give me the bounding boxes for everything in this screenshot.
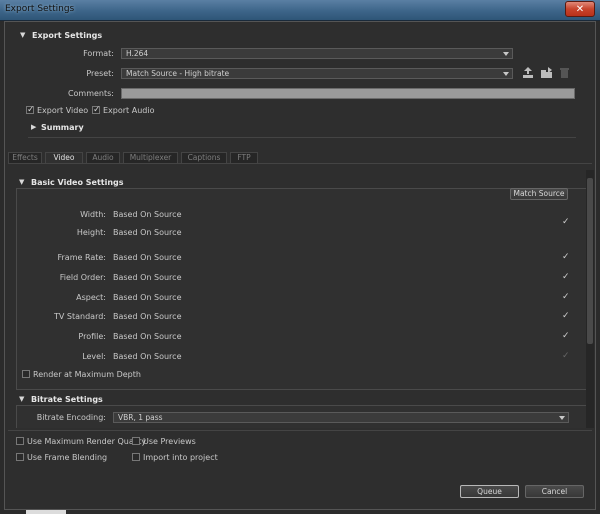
export-video-label: Export Video: [37, 106, 89, 115]
width-label: Width:: [80, 210, 106, 219]
height-label: Height:: [76, 228, 106, 237]
format-label: Format:: [83, 49, 114, 58]
use-previews-checkbox[interactable]: [132, 437, 140, 445]
collapse-triangle-icon[interactable]: ▼: [19, 395, 24, 403]
export-settings-section: [16, 28, 588, 138]
chevron-down-icon: [559, 416, 565, 420]
cancel-button[interactable]: Cancel: [525, 485, 584, 498]
bitrate-encoding-label: Bitrate Encoding:: [36, 413, 106, 422]
save-preset-icon[interactable]: [522, 67, 534, 79]
export-audio-label: Export Audio: [103, 106, 155, 115]
frame-rate-label: Frame Rate:: [57, 253, 106, 262]
export-video-checkbox[interactable]: ✓: [26, 106, 35, 115]
profile-checkmark-icon[interactable]: ✓: [562, 332, 570, 341]
summary-header[interactable]: Summary: [41, 123, 84, 132]
delete-preset-icon: [560, 68, 569, 78]
tab-divider: [8, 163, 592, 164]
export-audio-checkbox[interactable]: ✓: [92, 106, 101, 115]
match-source-button[interactable]: Match Source: [510, 188, 568, 200]
bitrate-encoding-value: VBR, 1 pass: [118, 413, 163, 422]
title-bar: [0, 0, 600, 21]
dimensions-checkmark-icon[interactable]: ✓: [562, 218, 570, 227]
aspect-label: Aspect:: [76, 293, 106, 302]
collapse-triangle-icon[interactable]: ▼: [19, 178, 24, 186]
level-checkmark-icon: ✓: [562, 351, 570, 361]
profile-value: Based On Source: [113, 332, 182, 341]
bitrate-encoding-dropdown[interactable]: VBR, 1 pass: [113, 412, 569, 423]
render-max-depth-label: Render at Maximum Depth: [33, 370, 141, 379]
preset-dropdown[interactable]: Match Source - High bitrate: [121, 68, 513, 79]
export-settings-header: Export Settings: [32, 31, 103, 40]
import-project-label: Import into project: [143, 453, 218, 462]
width-value: Based On Source: [113, 210, 182, 219]
field-order-label: Field Order:: [59, 273, 106, 282]
height-value: Based On Source: [113, 228, 182, 237]
use-previews-label: Use Previews: [143, 437, 196, 446]
render-max-depth-checkbox[interactable]: [22, 370, 30, 378]
preset-value: Match Source - High bitrate: [126, 69, 230, 78]
max-render-quality-checkbox[interactable]: [16, 437, 24, 445]
comments-label: Comments:: [67, 89, 114, 98]
window-title: Export Settings: [5, 4, 75, 14]
frame-blending-label: Use Frame Blending: [27, 453, 108, 462]
import-project-checkbox[interactable]: [132, 453, 140, 461]
tv-standard-checkmark-icon[interactable]: ✓: [562, 312, 570, 321]
chevron-down-icon: [503, 72, 509, 76]
aspect-value: Based On Source: [113, 293, 182, 302]
bitrate-header: Bitrate Settings: [31, 395, 103, 404]
level-label: Level:: [82, 352, 106, 361]
divider: [28, 137, 576, 138]
expand-triangle-icon[interactable]: ▶: [31, 123, 36, 131]
format-value: H.264: [126, 49, 149, 58]
max-render-quality-label: Use Maximum Render Quality: [27, 437, 147, 446]
scrollbar-thumb[interactable]: [587, 178, 593, 344]
import-preset-icon[interactable]: [540, 67, 553, 79]
comments-field[interactable]: [121, 88, 575, 99]
tv-standard-label: TV Standard:: [54, 312, 106, 321]
options-divider: [8, 430, 592, 431]
field-order-checkmark-icon[interactable]: ✓: [562, 273, 570, 282]
level-value: Based On Source: [113, 352, 182, 361]
taskbar-strip: [26, 510, 66, 514]
frame-rate-value: Based On Source: [113, 253, 182, 262]
format-dropdown[interactable]: H.264: [121, 48, 513, 59]
frame-rate-checkmark-icon[interactable]: ✓: [562, 253, 570, 262]
tv-standard-value: Based On Source: [113, 312, 182, 321]
chevron-down-icon: [503, 52, 509, 56]
queue-button[interactable]: Queue: [460, 485, 519, 498]
basic-video-header: Basic Video Settings: [31, 178, 124, 187]
preset-label: Preset:: [86, 69, 114, 78]
aspect-checkmark-icon[interactable]: ✓: [562, 293, 570, 302]
profile-label: Profile:: [78, 332, 106, 341]
close-button[interactable]: ✕: [565, 1, 595, 17]
frame-blending-checkbox[interactable]: [16, 453, 24, 461]
field-order-value: Based On Source: [113, 273, 182, 282]
collapse-triangle-icon[interactable]: ▼: [20, 31, 25, 39]
